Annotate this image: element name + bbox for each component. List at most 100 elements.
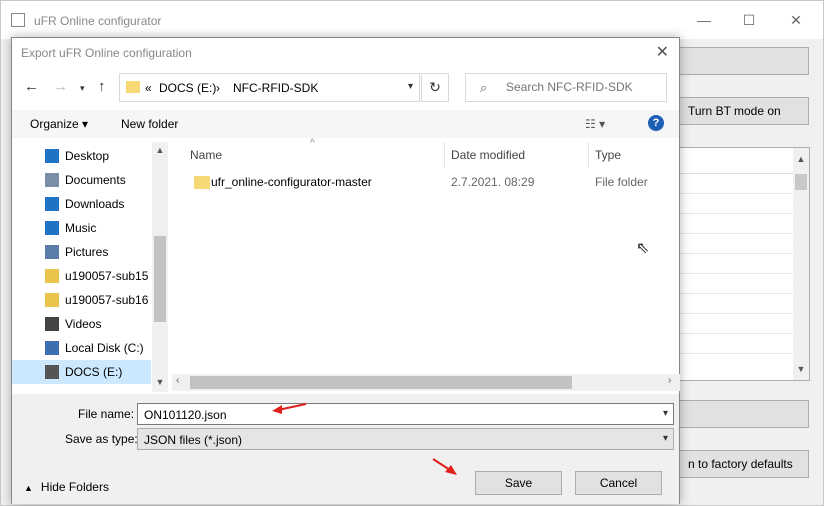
- mouse-cursor-icon: ⇖: [636, 240, 650, 257]
- address-segment-folder[interactable]: NFC-RFID-SDK: [233, 81, 318, 95]
- nav-item-label: Pictures: [65, 245, 109, 259]
- new-folder-button[interactable]: New folder: [121, 117, 178, 131]
- nav-item[interactable]: Local Disk (C:): [12, 336, 151, 360]
- disk-icon: [45, 341, 59, 355]
- address-segment-drive[interactable]: DOCS (E:): [159, 81, 216, 95]
- back-arrow-icon[interactable]: ←: [24, 78, 39, 95]
- close-window-button[interactable]: ✕: [781, 9, 811, 31]
- background-window-title: uFR Online configurator: [34, 14, 162, 28]
- sort-up-icon: ^: [310, 138, 315, 149]
- usb-drive-icon: [45, 269, 59, 283]
- nav-item-label: u190057-sub15 (: [65, 269, 151, 283]
- hide-folders-label: Hide Folders: [40, 480, 109, 494]
- up-arrow-icon[interactable]: ↑: [98, 78, 106, 95]
- background-top-button[interactable]: [679, 47, 809, 75]
- nav-item[interactable]: Desktop: [12, 144, 151, 168]
- search-box[interactable]: ⌕: [465, 73, 667, 102]
- background-list[interactable]: ▲ ▼: [679, 147, 810, 381]
- music-icon: [45, 221, 59, 235]
- downloads-icon: [45, 197, 59, 211]
- address-bar[interactable]: « DOCS (E:) › NFC-RFID-SDK ▾: [119, 73, 420, 102]
- nav-item-label: Videos: [65, 317, 102, 331]
- hide-folders-button[interactable]: ▲ Hide Folders: [24, 480, 109, 494]
- nav-item[interactable]: u190057-sub15 (: [12, 264, 151, 288]
- file-name: ufr_online-configurator-master: [211, 175, 372, 189]
- scroll-up-icon[interactable]: ▲: [793, 154, 809, 164]
- file-type: File folder: [595, 175, 648, 189]
- navigation-pane[interactable]: DOCS (E:) Local Disk (C:) Videos u190057-su…: [12, 142, 168, 392]
- chevron-down-icon[interactable]: ▾: [408, 81, 413, 92]
- dialog-close-button[interactable]: ✕: [656, 42, 669, 62]
- nav-item[interactable]: Music: [12, 216, 151, 240]
- nav-item[interactable]: Documents: [12, 168, 151, 192]
- scroll-left-icon[interactable]: ‹: [176, 375, 179, 386]
- save-button[interactable]: Save: [475, 471, 562, 495]
- export-dialog: Export uFR Online configuration ✕ ← → ▾ …: [11, 37, 680, 504]
- search-input[interactable]: [506, 80, 656, 94]
- view-options-button[interactable]: ☷ ▾: [585, 117, 605, 131]
- organize-button[interactable]: Organize ▾: [30, 117, 88, 131]
- annotation-arrow-icon: [272, 403, 307, 414]
- file-name-value[interactable]: ON101120.json: [144, 408, 227, 422]
- nav-item[interactable]: Pictures: [12, 240, 151, 264]
- folder-icon: [126, 81, 140, 93]
- chevron-up-icon: ▲: [24, 483, 33, 493]
- app-icon: [11, 13, 25, 27]
- nav-item[interactable]: Downloads: [12, 192, 151, 216]
- nav-item-label: Desktop: [65, 149, 110, 163]
- file-name-label: File name:: [78, 407, 135, 421]
- cancel-button[interactable]: Cancel: [575, 471, 662, 495]
- navigation-scrollbar[interactable]: ▲ ▼: [152, 142, 168, 392]
- nav-item-label: Music: [65, 221, 97, 235]
- minimize-button[interactable]: —: [689, 9, 719, 31]
- forward-arrow-icon[interactable]: →: [53, 78, 68, 95]
- nav-item[interactable]: DOCS (E:): [12, 360, 151, 384]
- background-middle-button[interactable]: [679, 400, 809, 428]
- file-name-field[interactable]: ON101120.json ▾: [137, 403, 674, 425]
- nav-item-label: DOCS (E:): [65, 365, 123, 379]
- help-icon[interactable]: ?: [648, 115, 664, 131]
- nav-item-label: u190057-sub16 (: [65, 293, 151, 307]
- factory-defaults-button[interactable]: n to factory defaults: [679, 450, 809, 478]
- nav-item-label: Local Disk (C:): [65, 341, 144, 355]
- scroll-right-icon[interactable]: ›: [668, 375, 671, 386]
- recent-locations-icon[interactable]: ▾: [80, 83, 85, 94]
- turn-bt-mode-button[interactable]: Turn BT mode on: [679, 97, 809, 125]
- nav-item[interactable]: Videos: [12, 312, 151, 336]
- search-icon: ⌕: [480, 80, 488, 95]
- refresh-icon[interactable]: ↻: [421, 73, 449, 102]
- disk-icon: [45, 365, 59, 379]
- save-type-value[interactable]: JSON files (*.json): [144, 433, 242, 447]
- maximize-button[interactable]: ☐: [734, 9, 764, 31]
- pictures-icon: [45, 245, 59, 259]
- usb-drive-icon: [45, 293, 59, 307]
- toolbar: Organize ▾ New folder ☷ ▾ ?: [12, 110, 679, 138]
- scroll-down-icon[interactable]: ▼: [152, 377, 168, 387]
- column-header-date[interactable]: Date modified: [451, 148, 525, 162]
- scroll-up-icon[interactable]: ▲: [152, 145, 168, 155]
- nav-item-label: Downloads: [65, 197, 125, 211]
- chevron-down-icon[interactable]: ▾: [663, 433, 668, 444]
- nav-item[interactable]: u190057-sub16 (: [12, 288, 151, 312]
- annotation-arrow-icon: [432, 458, 457, 475]
- address-separator: ›: [216, 81, 220, 95]
- background-list-scrollbar[interactable]: ▲ ▼: [793, 148, 809, 380]
- dialog-title: Export uFR Online configuration: [21, 46, 192, 60]
- column-header-type[interactable]: Type: [595, 148, 621, 162]
- horizontal-scrollbar[interactable]: ‹ ›: [172, 374, 680, 391]
- save-type-label: Save as type:: [65, 432, 138, 446]
- desktop-icon: [45, 149, 59, 163]
- column-header-name[interactable]: Name: [190, 148, 222, 162]
- background-titlebar: uFR Online configurator — ☐ ✕: [1, 1, 823, 39]
- save-type-select[interactable]: JSON files (*.json) ▾: [137, 428, 674, 450]
- chevron-down-icon[interactable]: ▾: [663, 408, 668, 419]
- file-date: 2.7.2021. 08:29: [451, 175, 535, 189]
- scroll-down-icon[interactable]: ▼: [793, 364, 809, 374]
- file-row[interactable]: ufr_online-configurator-master 2.7.2021.…: [170, 170, 679, 194]
- documents-icon: [45, 173, 59, 187]
- videos-icon: [45, 317, 59, 331]
- address-overflow[interactable]: «: [145, 81, 152, 95]
- folder-icon: [194, 176, 210, 189]
- nav-item-label: Documents: [65, 173, 126, 187]
- file-list[interactable]: Name Date modified Type ^ ufr_online-con…: [170, 138, 679, 394]
